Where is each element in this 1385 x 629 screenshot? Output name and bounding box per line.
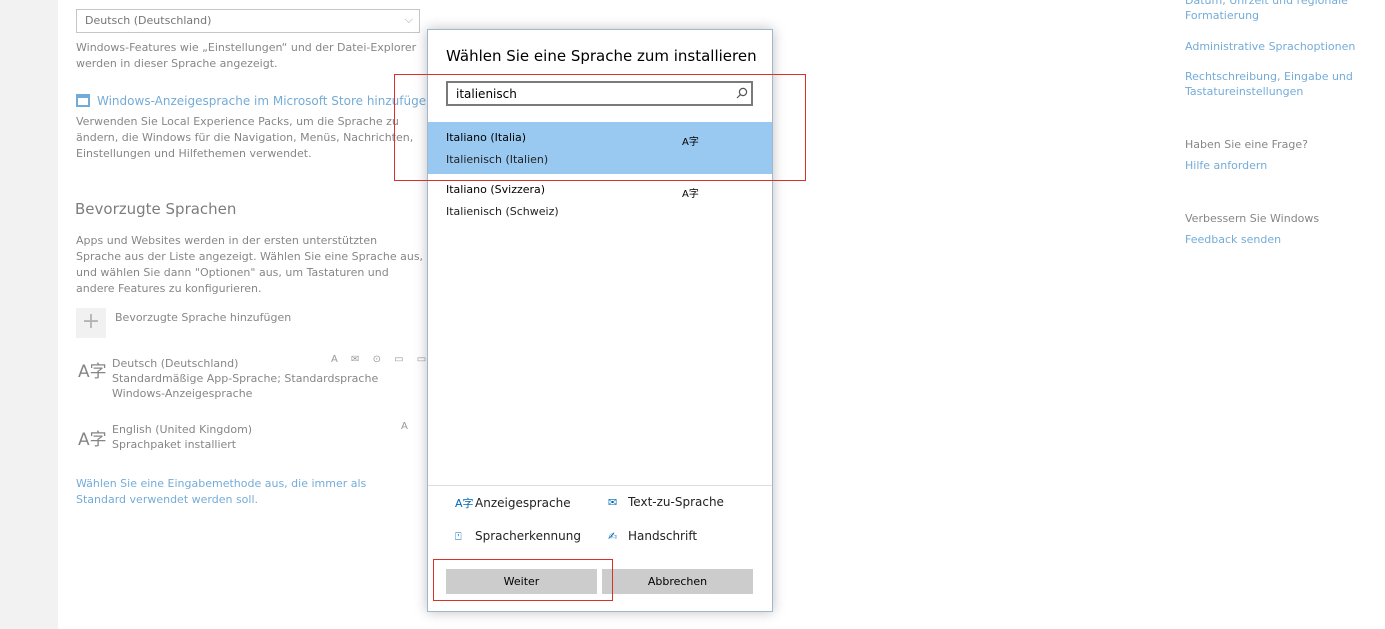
preferred-languages-heading: Bevorzugte Sprachen [75, 200, 237, 218]
display-language-value: Deutsch (Deutschland) [85, 14, 212, 27]
language-font-icon: A字 [78, 430, 107, 450]
add-language-label[interactable]: Bevorzugte Sprache hinzufügen [115, 310, 291, 326]
language-status-de: Standardmäßige App-Sprache; Standardspra… [112, 372, 379, 385]
related-link-date-time[interactable]: Datum, Uhrzeit und regionale Formatierun… [1185, 0, 1355, 23]
cancel-button[interactable]: Abbrechen [602, 569, 753, 594]
display-language-select[interactable]: Deutsch (Deutschland) ⌵ [76, 9, 420, 33]
feedback-link[interactable]: Feedback senden [1185, 232, 1281, 247]
display-language-feature-icon: A [401, 421, 413, 432]
preferred-languages-description: Apps und Websites werden in der ersten u… [76, 234, 424, 295]
language-globe-icon: A字 [78, 362, 107, 382]
improve-heading: Verbessern Sie Windows [1185, 212, 1320, 225]
feature-display-language: A字Anzeigesprache [455, 495, 571, 511]
display-language-icon: A字 [455, 497, 474, 510]
microphone-icon: ⍞ [455, 530, 462, 543]
dialog-title: Wählen Sie eine Sprache zum installieren [446, 47, 757, 65]
display-language-description: Windows-Features wie „Einstellungen“ und… [76, 41, 417, 70]
feature-label: Handschrift [628, 529, 698, 543]
result-subtitle: Italienisch (Schweiz) [446, 205, 559, 218]
plus-icon: + [81, 309, 101, 334]
feature-label: Anzeigesprache [475, 496, 571, 510]
feature-speech-recognition: ⍞ Spracherkennung [455, 529, 581, 544]
feature-handwriting: ✍ Handschrift [608, 529, 697, 543]
result-name: Italiano (Svizzera) [446, 183, 546, 196]
store-icon [76, 94, 90, 107]
chevron-down-icon: ⌵ [404, 13, 413, 26]
feature-label: Text-zu-Sprache [628, 495, 724, 509]
related-link-spelling[interactable]: Rechtschreibung, Eingabe und Tastaturein… [1185, 69, 1355, 99]
language-status-en: Sprachpaket installiert [112, 438, 237, 451]
feature-text-to-speech: ✉ Text-zu-Sprache [608, 495, 724, 509]
language-display-de: Windows-Anzeigesprache [112, 387, 253, 400]
handwriting-icon: ✍ [608, 530, 618, 543]
feature-label: Spracherkennung [475, 529, 581, 543]
related-link-admin[interactable]: Administrative Sprachoptionen [1185, 39, 1360, 54]
language-name-en[interactable]: English (United Kingdom) [112, 422, 252, 438]
display-language-feature-icon: A字 [682, 189, 699, 200]
result-item-italiano-svizzera[interactable]: Italiano (Svizzera) Italienisch (Schweiz… [428, 174, 772, 226]
input-method-link[interactable]: Wählen Sie eine Eingabemethode aus, die … [76, 476, 406, 508]
features-divider [428, 485, 772, 486]
text-to-speech-icon: ✉ [608, 496, 618, 509]
highlight-next-button [433, 559, 613, 601]
add-language-button[interactable]: + [76, 308, 106, 338]
language-name-de[interactable]: Deutsch (Deutschland) [112, 356, 238, 372]
highlight-selected-language [394, 74, 806, 181]
help-link[interactable]: Hilfe anfordern [1185, 158, 1267, 173]
store-link[interactable]: Windows-Anzeigesprache im Microsoft Stor… [97, 93, 434, 109]
store-description: Verwenden Sie Local Experience Packs, um… [76, 115, 414, 160]
question-heading: Haben Sie eine Frage? [1185, 138, 1308, 151]
language-feature-icons-de: A ✉ ⊙ ▭ ▭ [331, 354, 432, 365]
